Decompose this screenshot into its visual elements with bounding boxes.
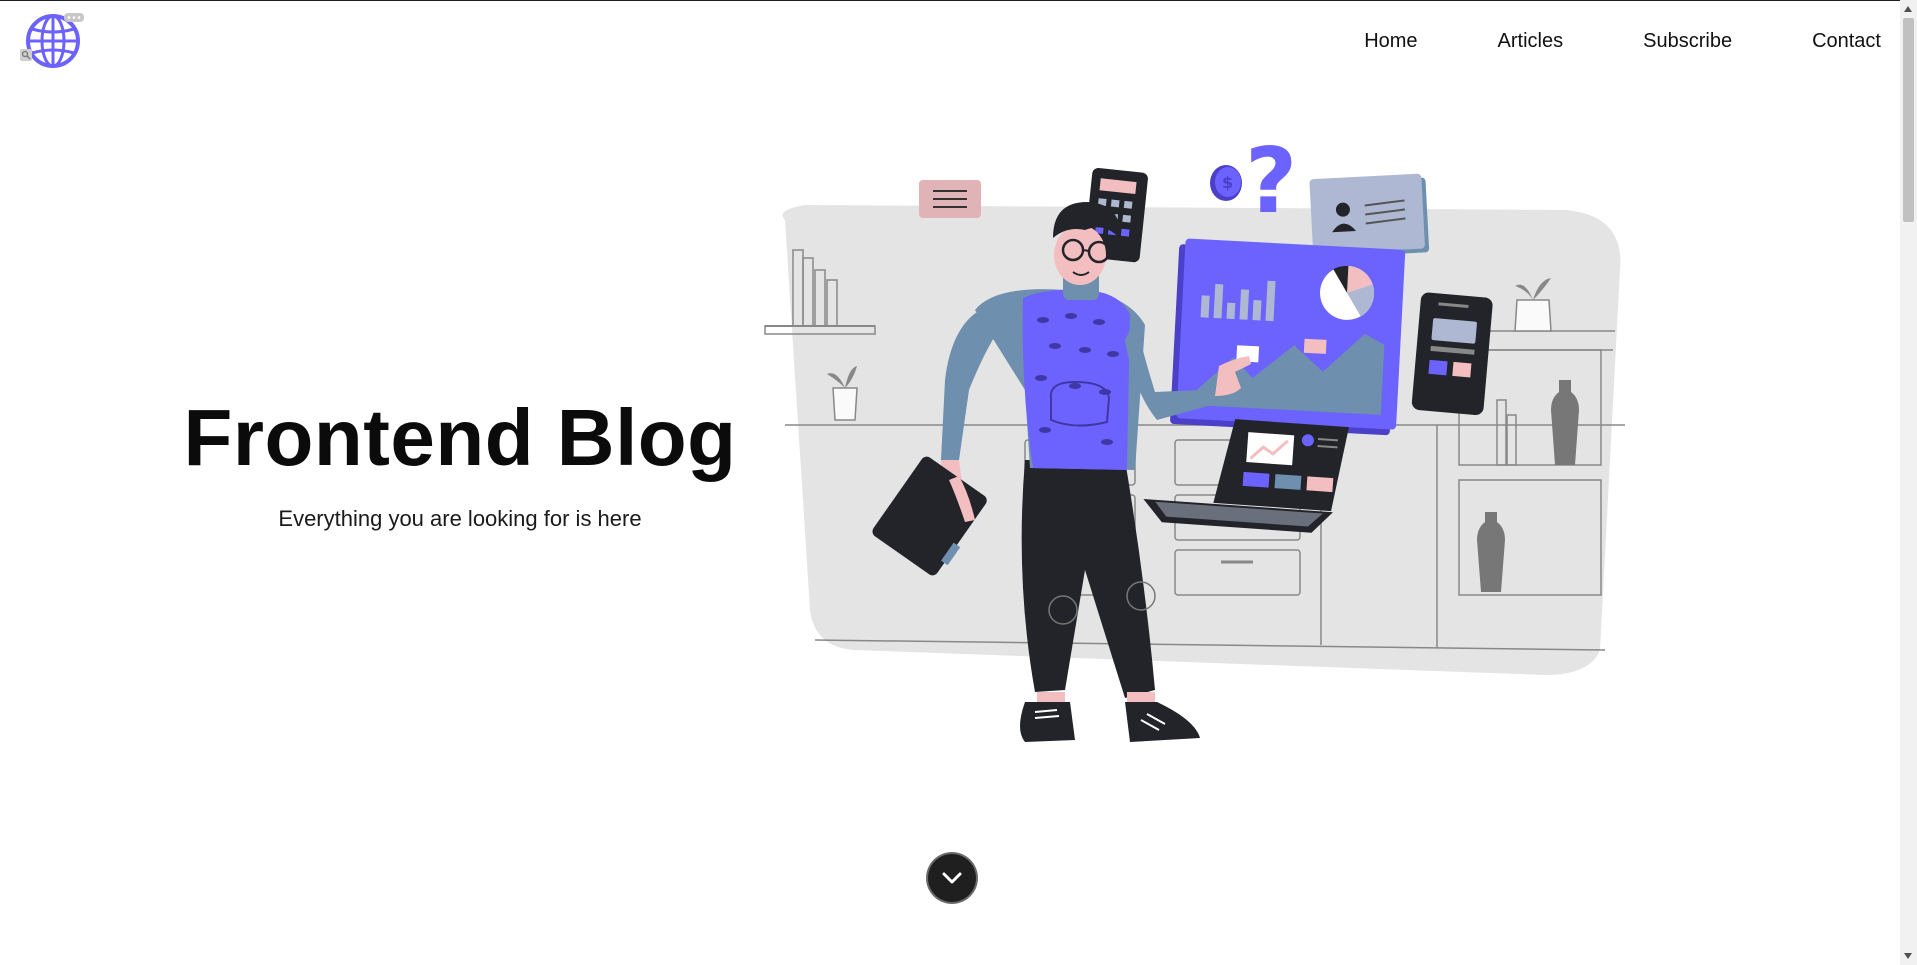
hero-title: Frontend Blog: [183, 393, 737, 482]
nav-contact[interactable]: Contact: [1812, 30, 1881, 53]
chevron-down-icon: [942, 872, 962, 884]
vertical-scrollbar[interactable]: [1900, 0, 1917, 965]
globe-icon: [20, 13, 84, 68]
main-nav: Home Articles Subscribe Contact: [1364, 30, 1881, 53]
nav-home[interactable]: Home: [1364, 30, 1417, 53]
svg-text:?: ?: [1245, 130, 1297, 234]
nav-articles[interactable]: Articles: [1498, 30, 1564, 53]
nav-subscribe[interactable]: Subscribe: [1643, 30, 1732, 53]
scroll-thumb[interactable]: [1903, 18, 1914, 222]
hero-subtitle: Everything you are looking for is here: [278, 506, 642, 531]
page: Home Articles Subscribe Contact Frontend…: [0, 0, 1917, 965]
site-logo[interactable]: [20, 10, 90, 70]
hero-illustration: $ ?: [745, 129, 1645, 810]
svg-text:$: $: [1222, 173, 1233, 192]
top-border: [0, 0, 1917, 1]
scroll-down-arrow[interactable]: [1904, 953, 1912, 959]
scroll-down-button[interactable]: [928, 854, 976, 902]
scroll-up-arrow[interactable]: [1904, 6, 1912, 12]
